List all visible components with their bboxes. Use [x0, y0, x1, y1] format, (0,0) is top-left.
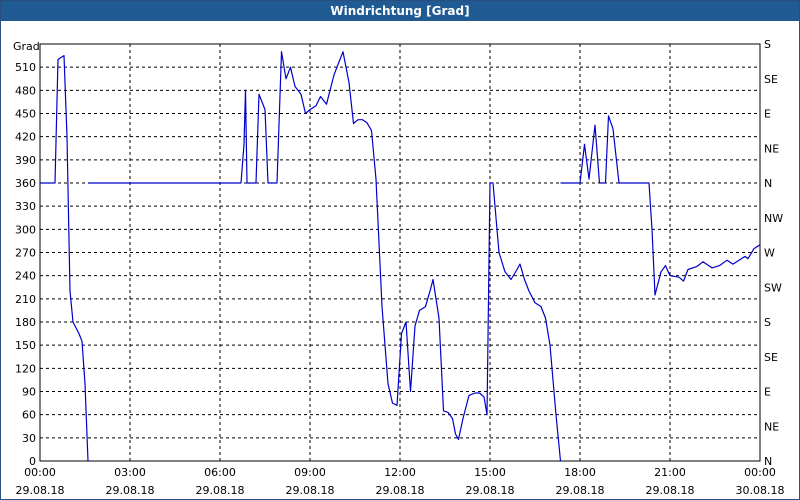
right-tick-label: SE	[764, 73, 778, 86]
right-tick-label: NW	[764, 212, 783, 225]
x-tick-time: 00:00	[24, 466, 56, 479]
y-tick-label: 330	[15, 200, 36, 213]
y-tick-label: 90	[22, 386, 36, 399]
x-axis-ticks: 00:00 29.08.18 03:00 29.08.18 06:00 29.08.18 0…	[16, 466, 785, 497]
x-tick-time: 06:00	[204, 466, 236, 479]
x-tick-date: 29.08.18	[286, 484, 335, 497]
y-tick-label: 390	[15, 154, 36, 167]
x-tick-time: 09:00	[294, 466, 326, 479]
y-tick-label: 180	[15, 316, 36, 329]
right-axis-ticks: NNEESESSWWNWNNEESES	[764, 38, 783, 468]
right-tick-label: NE	[764, 420, 779, 433]
y-tick-label: 150	[15, 339, 36, 352]
x-tick-date: 29.08.18	[16, 484, 65, 497]
x-tick-date: 29.08.18	[556, 484, 605, 497]
y-tick-label: 360	[15, 177, 36, 190]
y-tick-label: 510	[15, 61, 36, 74]
right-tick-label: S	[764, 316, 771, 329]
x-tick-time: 00:00	[744, 466, 776, 479]
right-tick-label: SE	[764, 351, 778, 364]
right-tick-label: E	[764, 386, 771, 399]
right-tick-label: N	[764, 177, 772, 190]
chart-canvas: Grad 03060901201501802102402703003303603…	[13, 38, 785, 497]
y-tick-label: 450	[15, 108, 36, 121]
y-tick-label: 30	[22, 432, 36, 445]
y-axis-ticks: 0306090120150180210240270300330360390420…	[15, 61, 36, 468]
x-tick-time: 03:00	[114, 466, 146, 479]
right-tick-label: E	[764, 108, 771, 121]
x-tick-time: 18:00	[564, 466, 596, 479]
x-tick-date: 29.08.18	[466, 484, 515, 497]
y-tick-label: 480	[15, 84, 36, 97]
y-tick-label: 270	[15, 247, 36, 260]
y-tick-label: 60	[22, 409, 36, 422]
y-axis-label: Grad	[13, 40, 40, 53]
x-tick-time: 15:00	[474, 466, 506, 479]
x-tick-date: 29.08.18	[196, 484, 245, 497]
y-tick-label: 210	[15, 293, 36, 306]
y-tick-label: 300	[15, 223, 36, 236]
y-tick-label: 420	[15, 131, 36, 144]
right-tick-label: NE	[764, 142, 779, 155]
x-tick-date: 30.08.18	[736, 484, 785, 497]
right-tick-label: W	[764, 247, 775, 260]
y-tick-label: 240	[15, 270, 36, 283]
right-tick-label: SW	[764, 281, 782, 294]
x-tick-date: 29.08.18	[376, 484, 425, 497]
grid	[39, 43, 761, 462]
series-line	[560, 115, 761, 296]
series-line	[40, 54, 89, 462]
right-tick-label: S	[764, 38, 771, 51]
x-tick-date: 29.08.18	[106, 484, 155, 497]
x-tick-time: 21:00	[654, 466, 686, 479]
y-tick-label: 120	[15, 362, 36, 375]
x-tick-time: 12:00	[384, 466, 416, 479]
x-tick-date: 29.08.18	[646, 484, 695, 497]
